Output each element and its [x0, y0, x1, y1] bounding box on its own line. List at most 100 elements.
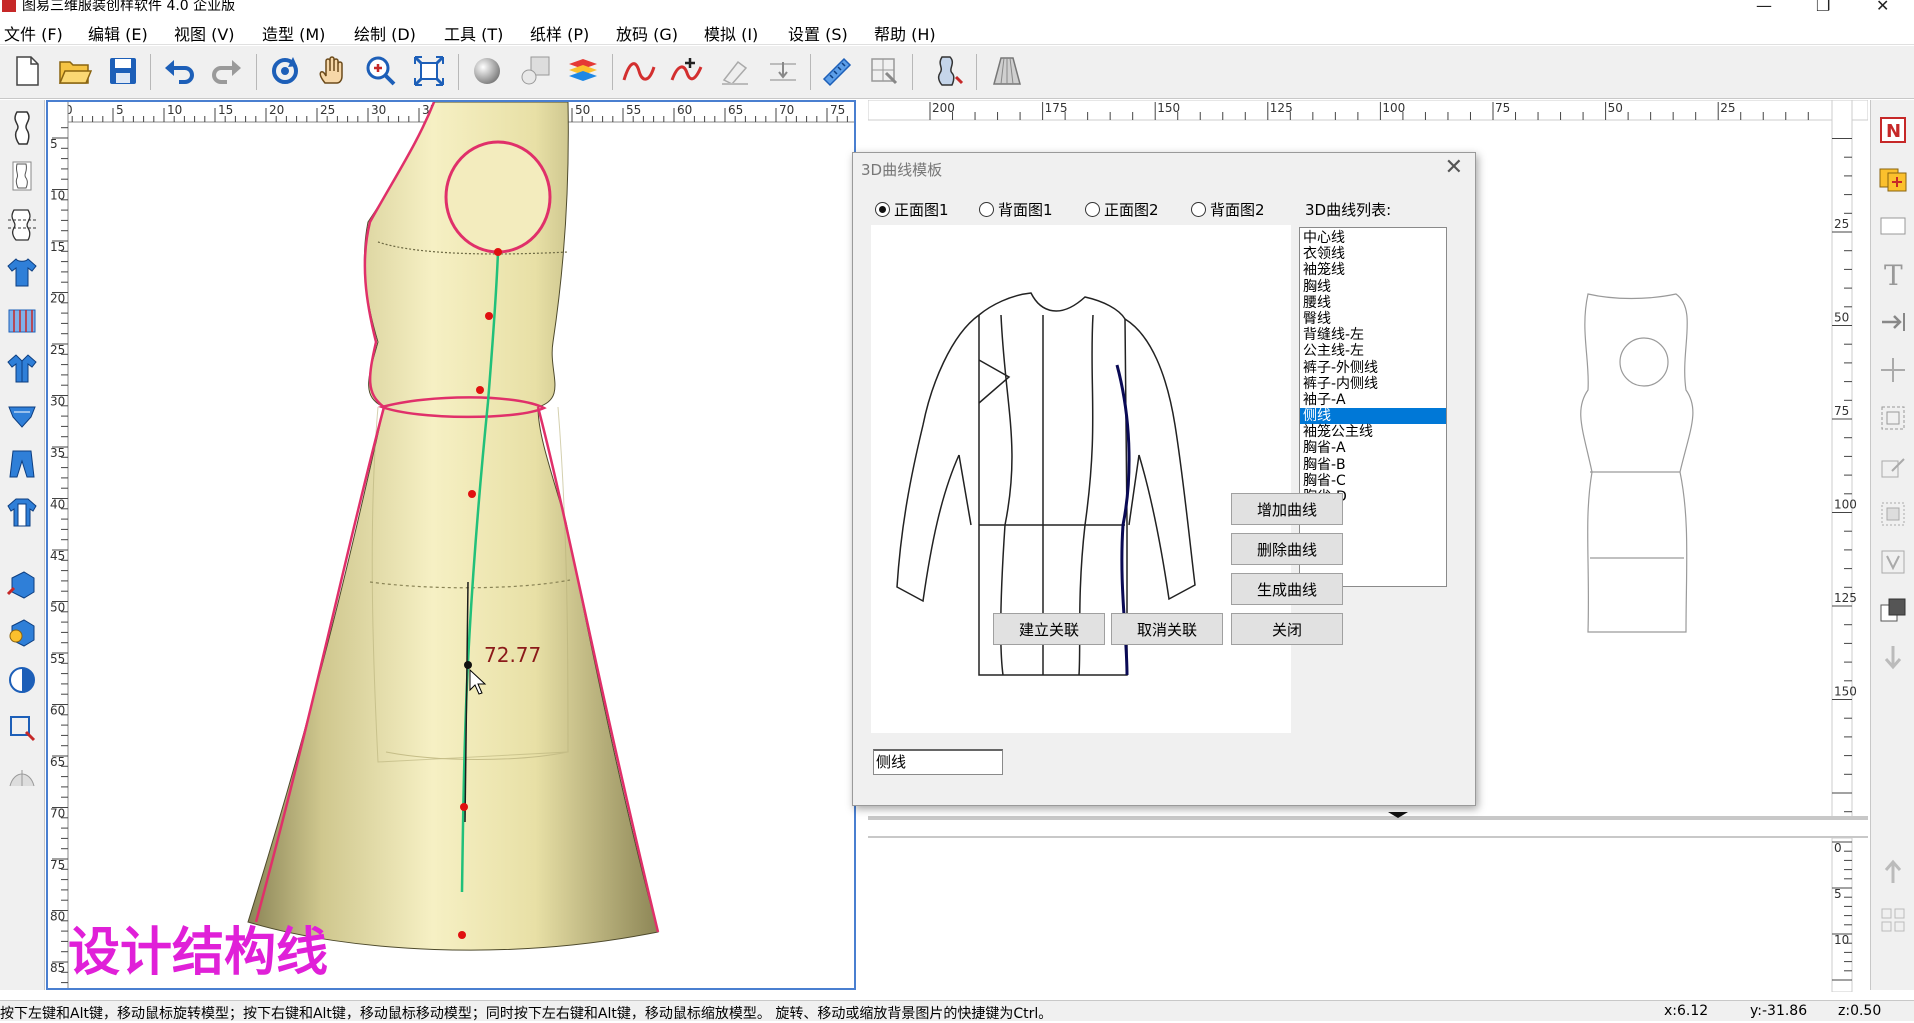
- radio-dot[interactable]: [1085, 202, 1100, 217]
- fabric-icon[interactable]: [3, 300, 41, 340]
- zoom-icon[interactable]: [362, 52, 400, 90]
- ruler-label: 70: [50, 807, 65, 821]
- curve-list-item[interactable]: 中心线: [1300, 230, 1446, 246]
- half-circle-icon[interactable]: [3, 660, 41, 700]
- undo-icon[interactable]: [160, 52, 198, 90]
- curve-list-item[interactable]: 裤子-外侧线: [1300, 360, 1446, 376]
- menu-help[interactable]: 帮助 (H): [874, 21, 936, 45]
- edit-piece-icon[interactable]: [1874, 446, 1912, 486]
- garment-piece-icon[interactable]: [3, 396, 41, 436]
- curve-list-item[interactable]: 袖笼公主线: [1300, 424, 1446, 440]
- menu-settings[interactable]: 设置 (S): [788, 21, 848, 45]
- model-3d-canvas[interactable]: 051015202530354045505560657075 510152025…: [48, 102, 856, 990]
- grid-tool-icon[interactable]: [866, 52, 904, 90]
- radio-back-2[interactable]: 背面图2: [1191, 199, 1265, 220]
- menu-view[interactable]: 视图 (V): [174, 21, 235, 45]
- unlink-button[interactable]: 取消关联: [1111, 613, 1223, 645]
- restore-button[interactable]: ❐: [1816, 0, 1830, 15]
- menu-simulate[interactable]: 模拟 (I): [704, 21, 758, 45]
- move-piece-icon[interactable]: [1874, 350, 1912, 390]
- menu-pattern[interactable]: 纸样 (P): [530, 21, 589, 45]
- menu-model[interactable]: 造型 (M): [262, 21, 325, 45]
- view-2d-lower[interactable]: 0 5 10: [868, 836, 1868, 993]
- rotate-view-icon[interactable]: [266, 52, 304, 90]
- new-file-icon[interactable]: [8, 52, 46, 90]
- radio-front-1[interactable]: 正面图1: [875, 199, 949, 220]
- curve-list-item[interactable]: 臀线: [1300, 311, 1446, 327]
- layers-icon[interactable]: [564, 52, 602, 90]
- close-window-button[interactable]: ✕: [1876, 0, 1889, 15]
- rectangle-icon[interactable]: [1874, 206, 1912, 246]
- radio-front-2[interactable]: 正面图2: [1085, 199, 1159, 220]
- menu-grading[interactable]: 放码 (G): [616, 21, 678, 45]
- curve-list-item[interactable]: 胸省-B: [1300, 457, 1446, 473]
- fold-tool-icon[interactable]: [3, 756, 41, 796]
- curve-icon[interactable]: [620, 52, 658, 90]
- body-outline-icon[interactable]: [3, 156, 41, 196]
- redo-icon[interactable]: [208, 52, 246, 90]
- menu-edit[interactable]: 编辑 (E): [88, 21, 148, 45]
- n-icon[interactable]: N: [1874, 110, 1912, 150]
- select-transform-icon[interactable]: [3, 708, 41, 748]
- coat-icon[interactable]: [3, 492, 41, 532]
- grid-view-icon[interactable]: [1874, 900, 1912, 940]
- add-point-curve-icon[interactable]: [668, 52, 706, 90]
- light-bulb-icon[interactable]: [3, 612, 41, 652]
- radio-back-1[interactable]: 背面图1: [979, 199, 1053, 220]
- curve-list-item[interactable]: 裤子-内侧线: [1300, 376, 1446, 392]
- model-icon[interactable]: [930, 52, 968, 90]
- sphere-icon[interactable]: [468, 52, 506, 90]
- curve-list-item[interactable]: 胸省-A: [1300, 440, 1446, 456]
- jacket-icon[interactable]: [3, 348, 41, 388]
- eraser-icon[interactable]: [716, 52, 754, 90]
- shirt-icon[interactable]: [3, 252, 41, 292]
- curve-list-item[interactable]: 袖笼线: [1300, 262, 1446, 278]
- layer-copy-icon[interactable]: [1874, 158, 1912, 198]
- cube-icon[interactable]: [3, 564, 41, 604]
- radio-dot[interactable]: [1191, 202, 1206, 217]
- pan-hand-icon[interactable]: [314, 52, 352, 90]
- add-curve-button[interactable]: 增加曲线: [1231, 493, 1343, 525]
- mannequin-icon[interactable]: [3, 108, 41, 148]
- frame-select-icon[interactable]: [1874, 398, 1912, 438]
- text-icon[interactable]: T: [1874, 254, 1912, 294]
- open-folder-icon[interactable]: [56, 52, 94, 90]
- dashed-box-icon[interactable]: [1874, 494, 1912, 534]
- close-button[interactable]: 关闭: [1231, 613, 1343, 645]
- minimize-button[interactable]: —: [1756, 0, 1772, 15]
- arrow-down-icon[interactable]: [1874, 638, 1912, 678]
- menu-file[interactable]: 文件 (F): [4, 21, 63, 45]
- menu-draw[interactable]: 绘制 (D): [354, 21, 416, 45]
- radio-dot[interactable]: [979, 202, 994, 217]
- pants-icon[interactable]: [3, 444, 41, 484]
- ruler-icon[interactable]: [818, 52, 856, 90]
- view-3d[interactable]: 051015202530354045505560657075 510152025…: [46, 100, 856, 990]
- v-notch-icon[interactable]: [1874, 542, 1912, 582]
- curve-list-item[interactable]: 公主线-左: [1300, 343, 1446, 359]
- dialog-close-icon[interactable]: ✕: [1445, 155, 1463, 180]
- curve-list-item[interactable]: 胸线: [1300, 279, 1446, 295]
- curve-list-item[interactable]: 衣领线: [1300, 246, 1446, 262]
- curve-list-item[interactable]: 侧线: [1300, 408, 1446, 425]
- save-icon[interactable]: [104, 52, 142, 90]
- light-icon[interactable]: [516, 52, 554, 90]
- curve-list-item[interactable]: 腰线: [1300, 295, 1446, 311]
- delete-curve-button[interactable]: 删除曲线: [1231, 533, 1343, 565]
- template-preview[interactable]: [871, 225, 1291, 733]
- stack-icon[interactable]: [1874, 590, 1912, 630]
- link-button[interactable]: 建立关联: [993, 613, 1105, 645]
- scroll-up-icon[interactable]: [1874, 852, 1912, 892]
- generate-curve-button[interactable]: 生成曲线: [1231, 573, 1343, 605]
- arrow-right-icon[interactable]: [1874, 302, 1912, 342]
- radio-dot[interactable]: [875, 202, 890, 217]
- measure-down-icon[interactable]: [764, 52, 802, 90]
- menu-tools[interactable]: 工具 (T): [444, 21, 503, 45]
- skirt-icon[interactable]: [988, 52, 1026, 90]
- svg-text:T: T: [1884, 259, 1903, 289]
- fit-screen-icon[interactable]: [410, 52, 448, 90]
- curve-name-field[interactable]: 侧线: [873, 749, 1003, 775]
- curve-list-item[interactable]: 胸省-C: [1300, 473, 1446, 489]
- curve-list-item[interactable]: 背缝线-左: [1300, 327, 1446, 343]
- curve-list-item[interactable]: 袖子-A: [1300, 392, 1446, 408]
- body-measure-icon[interactable]: [3, 204, 41, 244]
